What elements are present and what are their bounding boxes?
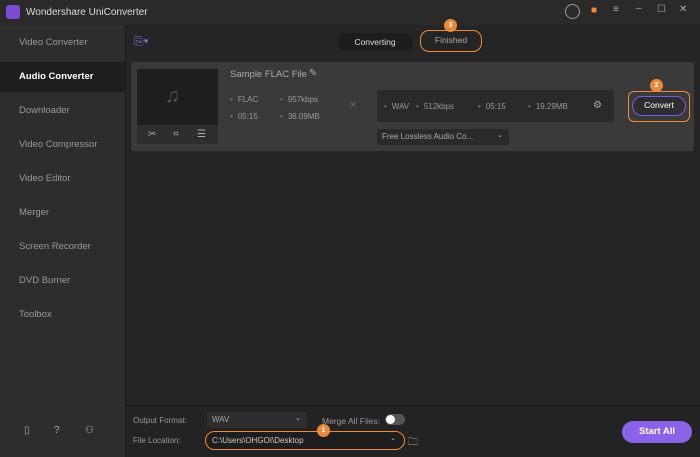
gift-icon[interactable]: ■ [591,5,597,16]
add-file-icon[interactable]: ⎘▾ [134,34,149,49]
thumbnail: ♫ [137,69,218,125]
preset-dropdown[interactable]: Free Lossless Audio Co... ⌄ [377,129,509,145]
chevron-down-icon: ⌄ [497,132,503,139]
preset-value: Free Lossless Audio Co... [382,132,474,141]
file-location-dropdown[interactable]: C:\Users\OHGOI\Desktop ⌄ [205,431,405,450]
tab-finished[interactable]: Finished [420,30,482,52]
account-icon[interactable] [565,4,580,19]
source-size: 36.09MB [280,112,320,121]
sidebar: Video Converter Audio Converter Download… [0,25,126,457]
source-format: FLAC [230,95,258,104]
book-icon[interactable]: ▯ [24,425,30,436]
minimize-icon[interactable]: – [636,3,642,14]
output-format-value: WAV [212,415,230,424]
start-all-button[interactable]: Start All [622,421,692,443]
file-location-value: C:\Users\OHGOI\Desktop [212,436,304,445]
sidebar-item-video-converter[interactable]: Video Converter [0,28,126,58]
target-format: WAV [384,102,409,111]
output-format-label: Output Format: [133,416,187,425]
sidebar-item-screen-recorder[interactable]: Screen Recorder [0,232,126,262]
target-bitrate: 512kbps [416,102,454,111]
target-size: 19.29MB [528,102,568,111]
effects-icon[interactable]: ☰ [197,129,206,140]
source-bitrate: 957kbps [280,95,318,104]
settings-icon[interactable]: ⚙ [593,100,602,111]
folder-icon[interactable]: 🗀 [408,435,418,452]
close-icon[interactable]: ✕ [679,4,687,15]
sidebar-item-audio-converter[interactable]: Audio Converter [0,62,126,92]
app-logo-icon [6,5,20,19]
file-name: Sample FLAC File [230,69,308,80]
users-icon[interactable]: ⚇ [85,425,94,436]
maximize-icon[interactable]: ☐ [657,4,666,15]
sidebar-item-video-editor[interactable]: Video Editor [0,164,126,194]
file-location-label: File Location: [133,436,181,445]
chevron-down-icon: ⌄ [295,415,301,422]
sidebar-item-dvd-burner[interactable]: DVD Burner [0,266,126,296]
edit-icon[interactable]: ✎ [309,68,317,79]
trim-icon[interactable]: ✂ [148,129,156,140]
sidebar-item-merger[interactable]: Merger [0,198,126,228]
convert-button[interactable]: Convert [632,96,686,116]
step-badge-2: 2 [650,79,663,92]
menu-icon[interactable]: ≡ [613,4,619,15]
step-badge-3: 3 [444,19,457,32]
app-title: Wondershare UniConverter [26,7,148,18]
music-note-icon: ♫ [165,85,180,107]
target-duration: 05:15 [478,102,506,111]
source-duration: 05:15 [230,112,258,121]
file-card: ♫ ✂ ⌗ ☰ Sample FLAC File ✎ FLAC 957kbps … [131,62,694,151]
sidebar-item-video-compressor[interactable]: Video Compressor [0,130,126,160]
help-icon[interactable]: ? [54,425,60,436]
step-badge-1: 1 [317,424,330,437]
convert-arrow-icon: ✕ [349,100,358,111]
sidebar-item-downloader[interactable]: Downloader [0,96,126,126]
output-format-dropdown[interactable]: WAV ⌄ [207,412,307,428]
merge-toggle[interactable] [385,414,405,425]
chevron-down-icon: ⌄ [390,435,396,442]
merge-label: Merge All Files: [322,416,381,426]
title-bar: Wondershare UniConverter ■ ≡ – ☐ ✕ [0,0,700,25]
sidebar-item-toolbox[interactable]: Toolbox [0,300,126,330]
crop-icon[interactable]: ⌗ [173,129,179,140]
tab-converting[interactable]: Converting [337,33,413,51]
